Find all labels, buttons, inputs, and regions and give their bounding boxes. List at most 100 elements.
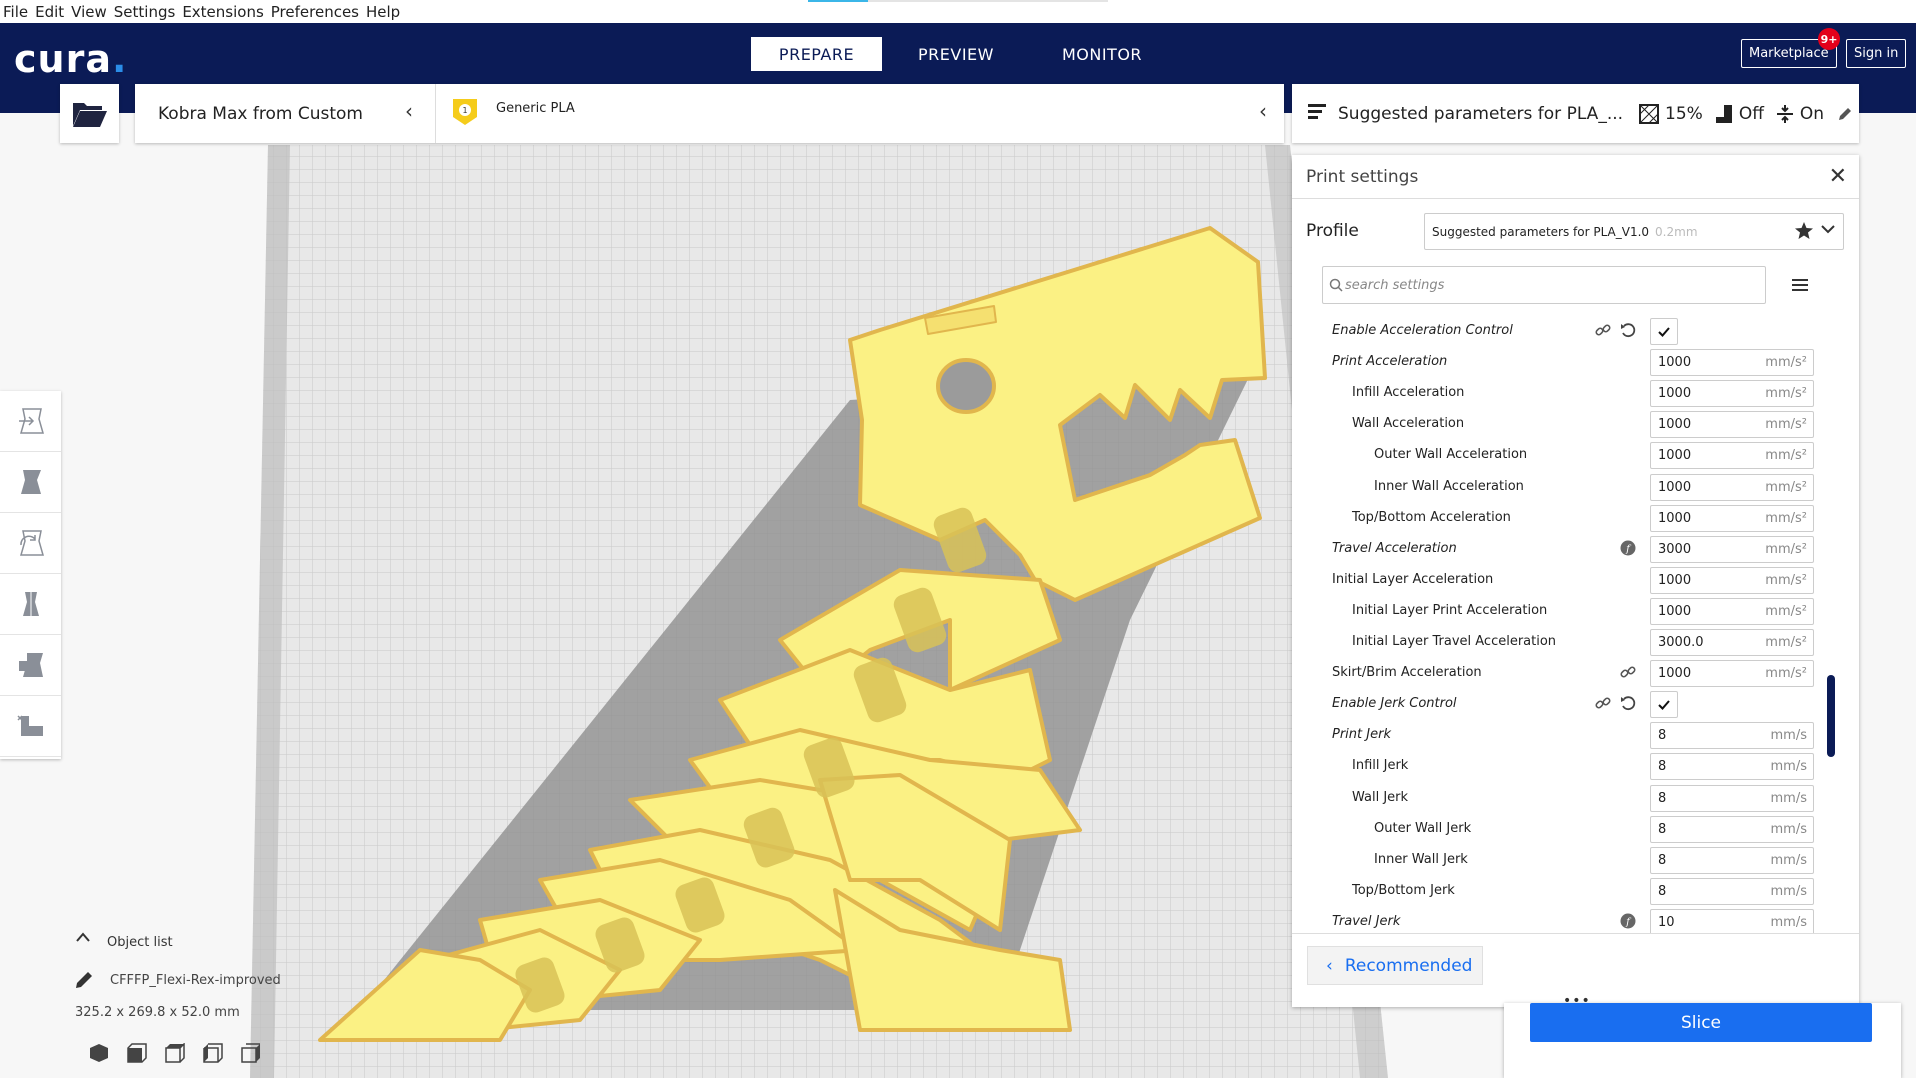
setting-value-field[interactable]: 8 mm/s [1650,753,1814,781]
settings-scrollbar[interactable] [1827,675,1835,757]
checkmark-icon [1658,326,1670,337]
info-icon[interactable]: f [1620,540,1636,556]
setting-unit: mm/s² [1765,603,1807,619]
menu-view[interactable]: View [71,3,107,21]
setting-unit: mm/s [1770,883,1807,899]
stage-tabs: PREPARE PREVIEW MONITOR [751,37,1174,71]
marketplace-badge: 9+ [1818,28,1840,50]
slice-panel: Slice [1504,1003,1901,1078]
setting-value-field[interactable]: 1000 mm/s² [1650,504,1814,532]
setting-row: Wall Acceleration 1000 mm/s² [1292,408,1859,439]
chevron-left-icon[interactable]: ‹ [405,99,413,123]
star-icon[interactable] [1795,222,1813,242]
setting-value: 8 [1658,821,1667,837]
menu-extensions[interactable]: Extensions [182,3,263,21]
setting-value-field[interactable]: 8 mm/s [1650,722,1814,750]
setting-value: 3000 [1658,541,1692,557]
chevron-up-icon[interactable] [75,931,91,947]
setting-value-field[interactable]: 8 mm/s [1650,846,1814,874]
reset-icon[interactable] [1620,322,1636,338]
rotate-tool[interactable] [0,513,61,574]
setting-value-field[interactable]: 1000 mm/s² [1650,473,1814,501]
setting-checkbox[interactable] [1650,318,1678,345]
setting-row: Inner Wall Acceleration 1000 mm/s² [1292,471,1859,502]
setting-value: 10 [1658,914,1675,930]
support-blocker-tool[interactable] [0,696,61,757]
chevron-left-icon: ‹ [1326,955,1333,976]
infill-value: 15% [1665,103,1703,124]
menu-help[interactable]: Help [366,3,400,21]
object-list-title[interactable]: Object list [107,935,257,950]
mirror-tool[interactable] [0,574,61,635]
close-icon[interactable]: ✕ [1829,164,1847,189]
link-icon[interactable] [1620,664,1636,680]
chevron-left-icon[interactable]: ‹ [1259,99,1267,123]
pencil-icon[interactable] [1838,107,1852,121]
setting-value-field[interactable]: 1000 mm/s² [1650,411,1814,439]
view-top-icon[interactable] [156,1043,194,1063]
menu-preferences[interactable]: Preferences [271,3,359,21]
recommended-button[interactable]: ‹ Recommended [1307,946,1483,985]
pencil-icon[interactable] [75,971,93,993]
setting-row: Top/Bottom Jerk 8 mm/s [1292,875,1859,906]
view-right-icon[interactable] [232,1043,270,1063]
setting-label: Wall Acceleration [1352,416,1465,432]
profile-label: Profile [1306,221,1359,241]
link-icon[interactable] [1595,695,1611,711]
profile-layer-height: 0.2mm [1655,224,1698,239]
settings-visibility-menu-icon[interactable] [1792,277,1808,296]
setting-value-field[interactable]: 1000 mm/s² [1650,597,1814,625]
setting-value-field[interactable]: 1000 mm/s² [1650,380,1814,408]
setting-value-field[interactable]: 1000 mm/s² [1650,566,1814,594]
scale-tool[interactable] [0,452,61,513]
setting-row: Enable Jerk Control [1292,688,1859,719]
view-3d-icon[interactable] [80,1043,118,1063]
reset-icon[interactable] [1620,695,1636,711]
setting-value-field[interactable]: 1000 mm/s² [1650,442,1814,470]
object-name: CFFFP_Flexi-Rex-improved [110,973,281,988]
setting-value-field[interactable]: 8 mm/s [1650,877,1814,905]
setting-value: 8 [1658,728,1667,744]
menu-file[interactable]: File [3,3,28,21]
view-left-icon[interactable] [194,1043,232,1063]
move-tool[interactable] [0,391,61,452]
setting-unit: mm/s² [1765,541,1807,557]
search-settings-input[interactable]: search settings [1322,266,1766,304]
setting-value-field[interactable]: 10 mm/s [1650,908,1814,933]
tab-preview[interactable]: PREVIEW [882,37,1030,71]
setting-unit: mm/s² [1765,448,1807,464]
extruder-badge-icon[interactable]: 1 [452,98,478,126]
print-setup-bar[interactable]: Suggested parameters for PLA_... 15% Off… [1292,84,1859,143]
setting-row: Infill Jerk 8 mm/s [1292,750,1859,781]
profile-dropdown[interactable]: Suggested parameters for PLA_V1.0 0.2mm [1424,213,1844,250]
support-value: Off [1738,103,1764,124]
setting-value: 8 [1658,852,1667,868]
setting-checkbox[interactable] [1650,691,1678,719]
print-settings-title: Print settings [1306,166,1419,187]
setting-value: 1000 [1658,355,1692,371]
printer-name[interactable]: Kobra Max from Custom [158,104,363,124]
setting-value-field[interactable]: 1000 mm/s² [1650,660,1814,688]
setting-row: Initial Layer Print Acceleration 1000 mm/s… [1292,595,1859,626]
setting-value-field[interactable]: 8 mm/s [1650,815,1814,843]
info-icon[interactable]: f [1620,913,1636,929]
setting-row: Travel Acceleration f 3000 mm/s² [1292,533,1859,564]
setting-value-field[interactable]: 8 mm/s [1650,784,1814,812]
slice-button[interactable]: Slice [1530,1003,1872,1042]
setting-value-field[interactable]: 1000 mm/s² [1650,349,1814,377]
settings-list: Enable Acceleration Control Print Acceler… [1292,315,1859,933]
setting-value-field[interactable]: 3000.0 mm/s² [1650,629,1814,656]
tab-monitor[interactable]: MONITOR [1030,37,1174,71]
tab-prepare[interactable]: PREPARE [751,37,882,71]
per-model-settings-tool[interactable] [0,635,61,696]
setting-value-field[interactable]: 3000 mm/s² [1650,535,1814,563]
material-name[interactable]: Generic PLA [496,101,575,116]
sign-in-button[interactable]: Sign in [1846,39,1907,68]
move-icon [18,408,44,434]
open-file-button[interactable] [60,84,119,143]
view-front-icon[interactable] [118,1043,156,1063]
setting-row: Outer Wall Jerk 8 mm/s [1292,813,1859,844]
link-icon[interactable] [1595,322,1611,338]
menu-settings[interactable]: Settings [114,3,176,21]
menu-edit[interactable]: Edit [35,3,64,21]
